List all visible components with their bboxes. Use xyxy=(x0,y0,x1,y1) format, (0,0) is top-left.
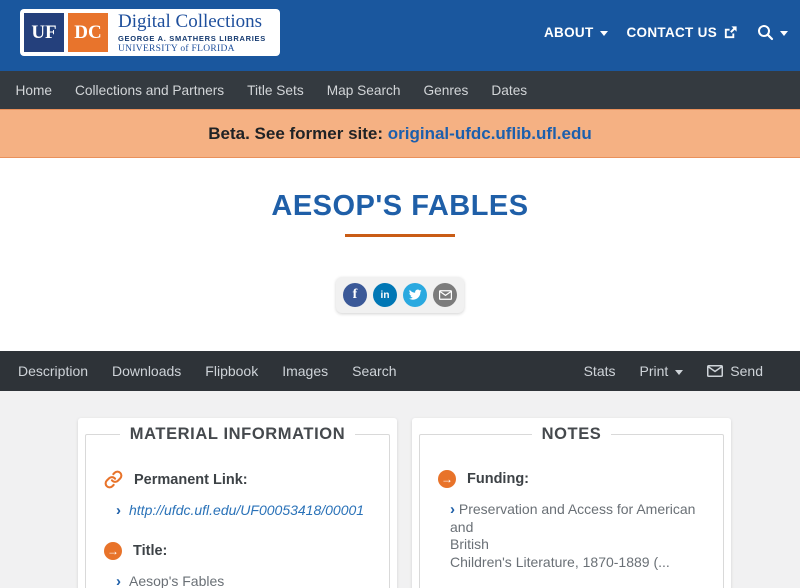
nav-item-map-search[interactable]: Map Search xyxy=(315,83,412,98)
funding-field: → Funding: xyxy=(438,470,705,488)
item-nav-right-group: Stats Print Send xyxy=(572,363,775,379)
item-nav-downloads[interactable]: Downloads xyxy=(100,363,193,379)
title-value-row: › Aesop's Fables xyxy=(116,573,371,588)
header-menu: ABOUT CONTACT US xyxy=(544,0,800,41)
arrow-circle-icon: → xyxy=(104,541,122,560)
title-field: → Title: xyxy=(104,541,371,560)
print-menu-label: Print xyxy=(639,363,669,379)
funding-line-1: Preservation and Access for American and xyxy=(450,501,696,535)
item-nav: Description Downloads Flipbook Images Se… xyxy=(0,351,800,391)
stats-button[interactable]: Stats xyxy=(572,363,628,379)
permanent-link-field: Permanent Link: xyxy=(104,470,371,489)
chevron-right-icon: › xyxy=(450,501,455,518)
email-share-button[interactable] xyxy=(433,283,457,307)
search-icon xyxy=(758,25,774,41)
envelope-icon xyxy=(438,290,452,300)
funding-line-2: British xyxy=(450,536,489,552)
nav-item-collections-and-partners[interactable]: Collections and Partners xyxy=(64,83,236,98)
notes-title: NOTES xyxy=(541,425,602,443)
send-label: Send xyxy=(730,363,763,379)
title-section: AESOP'S FABLES f in xyxy=(0,158,800,351)
notes-fieldset: NOTES → Funding: › Preservation and Acce… xyxy=(419,425,724,588)
logo-text: Digital Collections GEORGE A. SMATHERS L… xyxy=(118,12,276,54)
nav-item-home[interactable]: Home xyxy=(4,83,64,98)
beta-banner: Beta. See former site: original-ufdc.ufl… xyxy=(0,109,800,158)
about-menu-label: ABOUT xyxy=(544,25,594,40)
contact-us-link[interactable]: CONTACT US xyxy=(627,25,739,40)
permanent-link-label: Permanent Link: xyxy=(134,471,248,488)
facebook-icon: f xyxy=(352,287,358,302)
notes-card: NOTES → Funding: › Preservation and Acce… xyxy=(412,418,731,588)
linkedin-icon: in xyxy=(380,289,390,301)
dc-logo-block: DC xyxy=(68,13,108,52)
logo-subtitle: GEORGE A. SMATHERS LIBRARIES xyxy=(118,33,266,43)
external-link-icon xyxy=(724,26,737,39)
chevron-down-icon xyxy=(780,31,788,36)
content-area: MATERIAL INFORMATION Permanent Link: › h… xyxy=(0,391,800,588)
twitter-bird-icon xyxy=(408,289,422,300)
link-icon xyxy=(104,470,123,489)
beta-banner-text: Beta. See former site: xyxy=(208,124,384,143)
nav-item-title-sets[interactable]: Title Sets xyxy=(236,83,316,98)
material-information-fieldset: MATERIAL INFORMATION Permanent Link: › h… xyxy=(85,425,390,588)
title-underline xyxy=(345,234,455,237)
site-logo[interactable]: UF DC Digital Collections GEORGE A. SMAT… xyxy=(20,9,280,56)
linkedin-share-button[interactable]: in xyxy=(373,283,397,307)
material-information-title: MATERIAL INFORMATION xyxy=(129,425,346,443)
material-information-card: MATERIAL INFORMATION Permanent Link: › h… xyxy=(78,418,397,588)
item-nav-flipbook[interactable]: Flipbook xyxy=(193,363,270,379)
chevron-right-icon: › xyxy=(116,502,121,519)
funding-value-row: › Preservation and Access for American a… xyxy=(450,501,705,571)
nav-item-dates[interactable]: Dates xyxy=(480,83,539,98)
main-nav: Home Collections and Partners Title Sets… xyxy=(0,71,800,109)
chevron-down-icon xyxy=(675,369,684,375)
logo-institution: UNIVERSITY of FLORIDA xyxy=(118,43,235,54)
send-button[interactable]: Send xyxy=(695,363,775,379)
uf-logo-block: UF xyxy=(24,13,64,52)
twitter-share-button[interactable] xyxy=(403,283,427,307)
permanent-link-url[interactable]: http://ufdc.ufl.edu/UF00053418/00001 xyxy=(129,502,364,520)
nav-item-genres[interactable]: Genres xyxy=(412,83,480,98)
arrow-circle-icon: → xyxy=(438,470,456,488)
envelope-icon xyxy=(707,365,724,377)
social-share-bar: f in xyxy=(336,277,464,313)
item-nav-search[interactable]: Search xyxy=(340,363,408,379)
title-field-label: Title: xyxy=(133,542,168,559)
chevron-down-icon xyxy=(599,31,608,36)
about-menu-button[interactable]: ABOUT xyxy=(544,25,608,40)
former-site-link[interactable]: original-ufdc.uflib.ufl.edu xyxy=(388,124,592,143)
chevron-right-icon: › xyxy=(116,572,121,588)
permanent-link-value-row: › http://ufdc.ufl.edu/UF00053418/00001 xyxy=(116,502,371,520)
funding-line-3: Children's Literature, 1870-1889 (... xyxy=(450,553,670,570)
logo-title: Digital Collections xyxy=(118,10,263,32)
item-nav-description[interactable]: Description xyxy=(6,363,100,379)
facebook-share-button[interactable]: f xyxy=(343,283,367,307)
search-menu-button[interactable] xyxy=(757,24,788,41)
title-value: Aesop's Fables xyxy=(129,572,225,588)
funding-text: › Preservation and Access for American a… xyxy=(450,501,705,571)
funding-label: Funding: xyxy=(467,471,530,487)
site-header: UF DC Digital Collections GEORGE A. SMAT… xyxy=(0,0,800,71)
item-nav-images[interactable]: Images xyxy=(270,363,340,379)
page-title: AESOP'S FABLES xyxy=(271,190,529,222)
print-menu-button[interactable]: Print xyxy=(628,363,696,379)
contact-us-label: CONTACT US xyxy=(626,25,717,40)
